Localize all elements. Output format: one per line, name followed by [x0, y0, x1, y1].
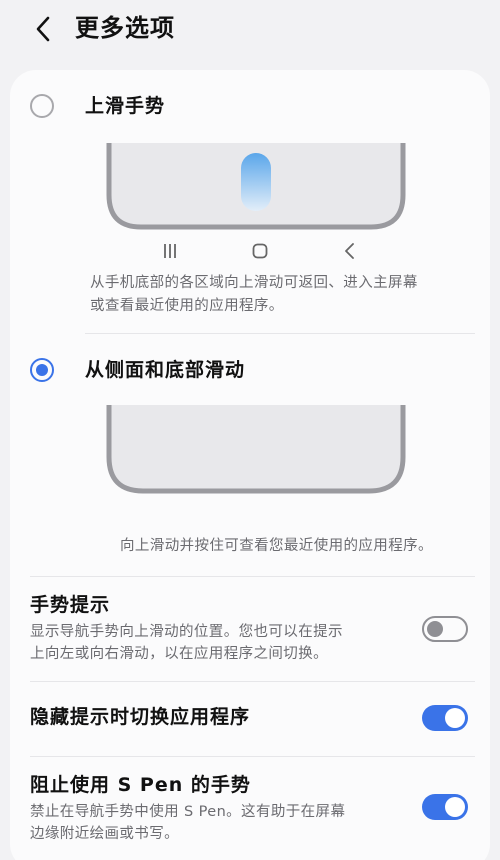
- page-title: 更多选项: [75, 14, 175, 42]
- recents-icon: [164, 244, 176, 258]
- toggle-knob: [445, 797, 465, 817]
- radio-side-bottom-swipe[interactable]: [30, 358, 54, 382]
- side-bottom-swipe-illustration: [106, 405, 406, 494]
- divider: [30, 756, 475, 757]
- home-icon: [252, 243, 268, 259]
- option-side-bottom-swipe[interactable]: 从侧面和底部滑动: [30, 356, 245, 384]
- divider: [85, 333, 475, 334]
- setting-switch-apps-hidden-hint[interactable]: 隐藏提示时切换应用程序: [30, 703, 475, 731]
- option-swipe-up[interactable]: 上滑手势: [30, 92, 165, 120]
- option-description: 从手机底部的各区域向上滑动可返回、进入主屏幕 或查看最近使用的应用程序。: [90, 275, 418, 314]
- block-s-pen-toggle[interactable]: [422, 794, 468, 820]
- setting-description: 显示导航手势向上滑动的位置。您也可以在提示 上向左或向右滑动，以在应用程序之间切…: [30, 624, 343, 662]
- setting-title: 手势提示: [30, 594, 111, 616]
- toggle-knob: [445, 708, 465, 728]
- swipe-up-illustration: [106, 143, 406, 230]
- option-description: 向上滑动并按住可查看您最近使用的应用程序。: [120, 538, 433, 554]
- option-label: 从侧面和底部滑动: [85, 359, 246, 381]
- divider: [30, 681, 475, 682]
- toggle-knob: [427, 620, 443, 637]
- option-label: 上滑手势: [85, 95, 166, 117]
- options-card: 上滑手势 从手机底部的各区域向上滑动可返回、进入主屏幕 或查看最近使用的应用程序…: [10, 70, 490, 860]
- setting-gesture-hint[interactable]: 手势提示 显示导航手势向上滑动的位置。您也可以在提示 上向左或向右滑动，以在应用…: [30, 591, 475, 665]
- chevron-left-icon: [36, 16, 50, 42]
- switch-apps-toggle[interactable]: [422, 705, 468, 731]
- gesture-hint-toggle[interactable]: [422, 616, 468, 642]
- navigation-keys: [160, 240, 360, 262]
- divider: [30, 576, 475, 577]
- back-button[interactable]: [28, 12, 58, 46]
- setting-title: 隐藏提示时切换应用程序: [30, 706, 251, 728]
- top-app-bar: 更多选项: [0, 0, 500, 60]
- nav-back-icon: [345, 243, 354, 259]
- radio-swipe-up[interactable]: [30, 94, 54, 118]
- setting-description: 禁止在导航手势中使用 S Pen。这有助于在屏幕 边缘附近绘画或书写。: [30, 804, 346, 842]
- setting-block-s-pen-gestures[interactable]: 阻止使用 S Pen 的手势 禁止在导航手势中使用 S Pen。这有助于在屏幕 …: [30, 771, 475, 845]
- setting-title: 阻止使用 S Pen 的手势: [30, 774, 251, 796]
